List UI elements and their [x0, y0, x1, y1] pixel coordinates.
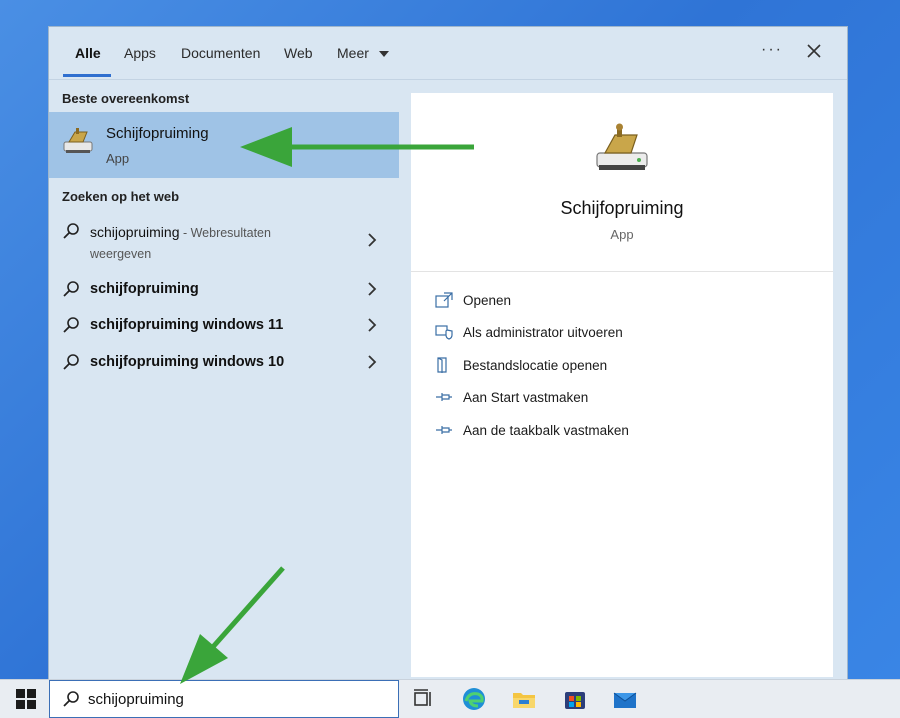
taskbar: [0, 679, 900, 718]
action-label: Openen: [463, 293, 512, 308]
detail-subtitle: App: [610, 227, 634, 242]
search-icon: [63, 223, 79, 239]
search-icon: [63, 354, 79, 370]
tab-alle[interactable]: Alle: [75, 45, 101, 61]
filter-tabs: Alle Apps Documenten Web Meer ···: [49, 27, 847, 79]
web-result-row[interactable]: schijfopruiming windows 11: [49, 313, 399, 339]
open-icon: [435, 292, 453, 308]
action-label: Bestandslocatie openen: [463, 358, 608, 373]
disk-cleanup-icon: [63, 128, 93, 153]
best-match-title: Schijfopruiming: [106, 125, 209, 142]
more-options-button[interactable]: ···: [761, 41, 783, 59]
web-result-row[interactable]: schijfopruiming windows 10: [49, 350, 399, 376]
edge-browser-icon[interactable]: [461, 686, 487, 712]
active-tab-indicator: [63, 74, 111, 77]
close-icon[interactable]: [804, 41, 824, 61]
tab-meer[interactable]: Meer: [337, 45, 389, 61]
tab-apps[interactable]: Apps: [124, 45, 156, 61]
tab-meer-label: Meer: [337, 45, 369, 61]
search-icon: [63, 317, 79, 333]
action-label: Aan de taakbalk vastmaken: [463, 423, 629, 438]
chevron-right-icon: [368, 355, 377, 369]
web-result-text: schijfopruiming windows 11: [90, 317, 284, 333]
search-input[interactable]: [88, 688, 378, 710]
web-result-row[interactable]: schijfopruiming: [49, 277, 399, 303]
chevron-right-icon: [368, 282, 377, 296]
chevron-down-icon: [378, 51, 389, 58]
search-icon: [63, 281, 79, 297]
detail-title: Schijfopruiming: [560, 198, 684, 218]
best-match-subtitle: App: [106, 151, 130, 166]
pin-icon: [436, 393, 452, 401]
search-icon: [63, 691, 79, 707]
search-panel: Alle Apps Documenten Web Meer ··· Beste …: [48, 26, 848, 680]
action-label: Als administrator uitvoeren: [463, 325, 623, 340]
tab-web[interactable]: Web: [284, 45, 313, 61]
file-location-icon: [437, 357, 447, 373]
detail-divider: [411, 271, 833, 272]
best-match-item[interactable]: Schijfopruiming App: [49, 112, 399, 178]
chevron-right-icon: [368, 233, 377, 247]
chevron-right-icon: [368, 318, 377, 332]
file-explorer-icon[interactable]: [511, 686, 537, 712]
microsoft-store-icon[interactable]: [562, 686, 588, 712]
results-list: Beste overeenkomst Schijfopruiming App Z…: [49, 80, 399, 679]
mail-icon[interactable]: [612, 686, 638, 712]
detail-pane: Schijfopruiming App Openen Als administr…: [411, 93, 833, 677]
taskbar-search-box[interactable]: [49, 680, 399, 718]
shield-icon: [435, 325, 453, 340]
tab-documenten[interactable]: Documenten: [181, 45, 260, 61]
web-search-heading: Zoeken op het web: [62, 189, 180, 204]
task-view-icon[interactable]: [410, 686, 436, 712]
web-result-text: schijfopruiming: [90, 281, 199, 297]
best-match-heading: Beste overeenkomst: [62, 91, 190, 106]
web-result-text: schijopruiming: [90, 224, 180, 240]
web-result-suffix-line2: weergeven: [90, 247, 152, 261]
disk-cleanup-icon: [596, 123, 648, 170]
web-result-suffix: - Webresultaten: [179, 226, 271, 240]
action-label: Aan Start vastmaken: [463, 390, 589, 405]
web-result-row[interactable]: schijopruiming - Webresultaten weergeven: [49, 218, 399, 266]
pin-icon: [436, 426, 452, 434]
web-result-text: schijfopruiming windows 10: [90, 354, 285, 370]
windows-start-icon[interactable]: [16, 689, 36, 709]
